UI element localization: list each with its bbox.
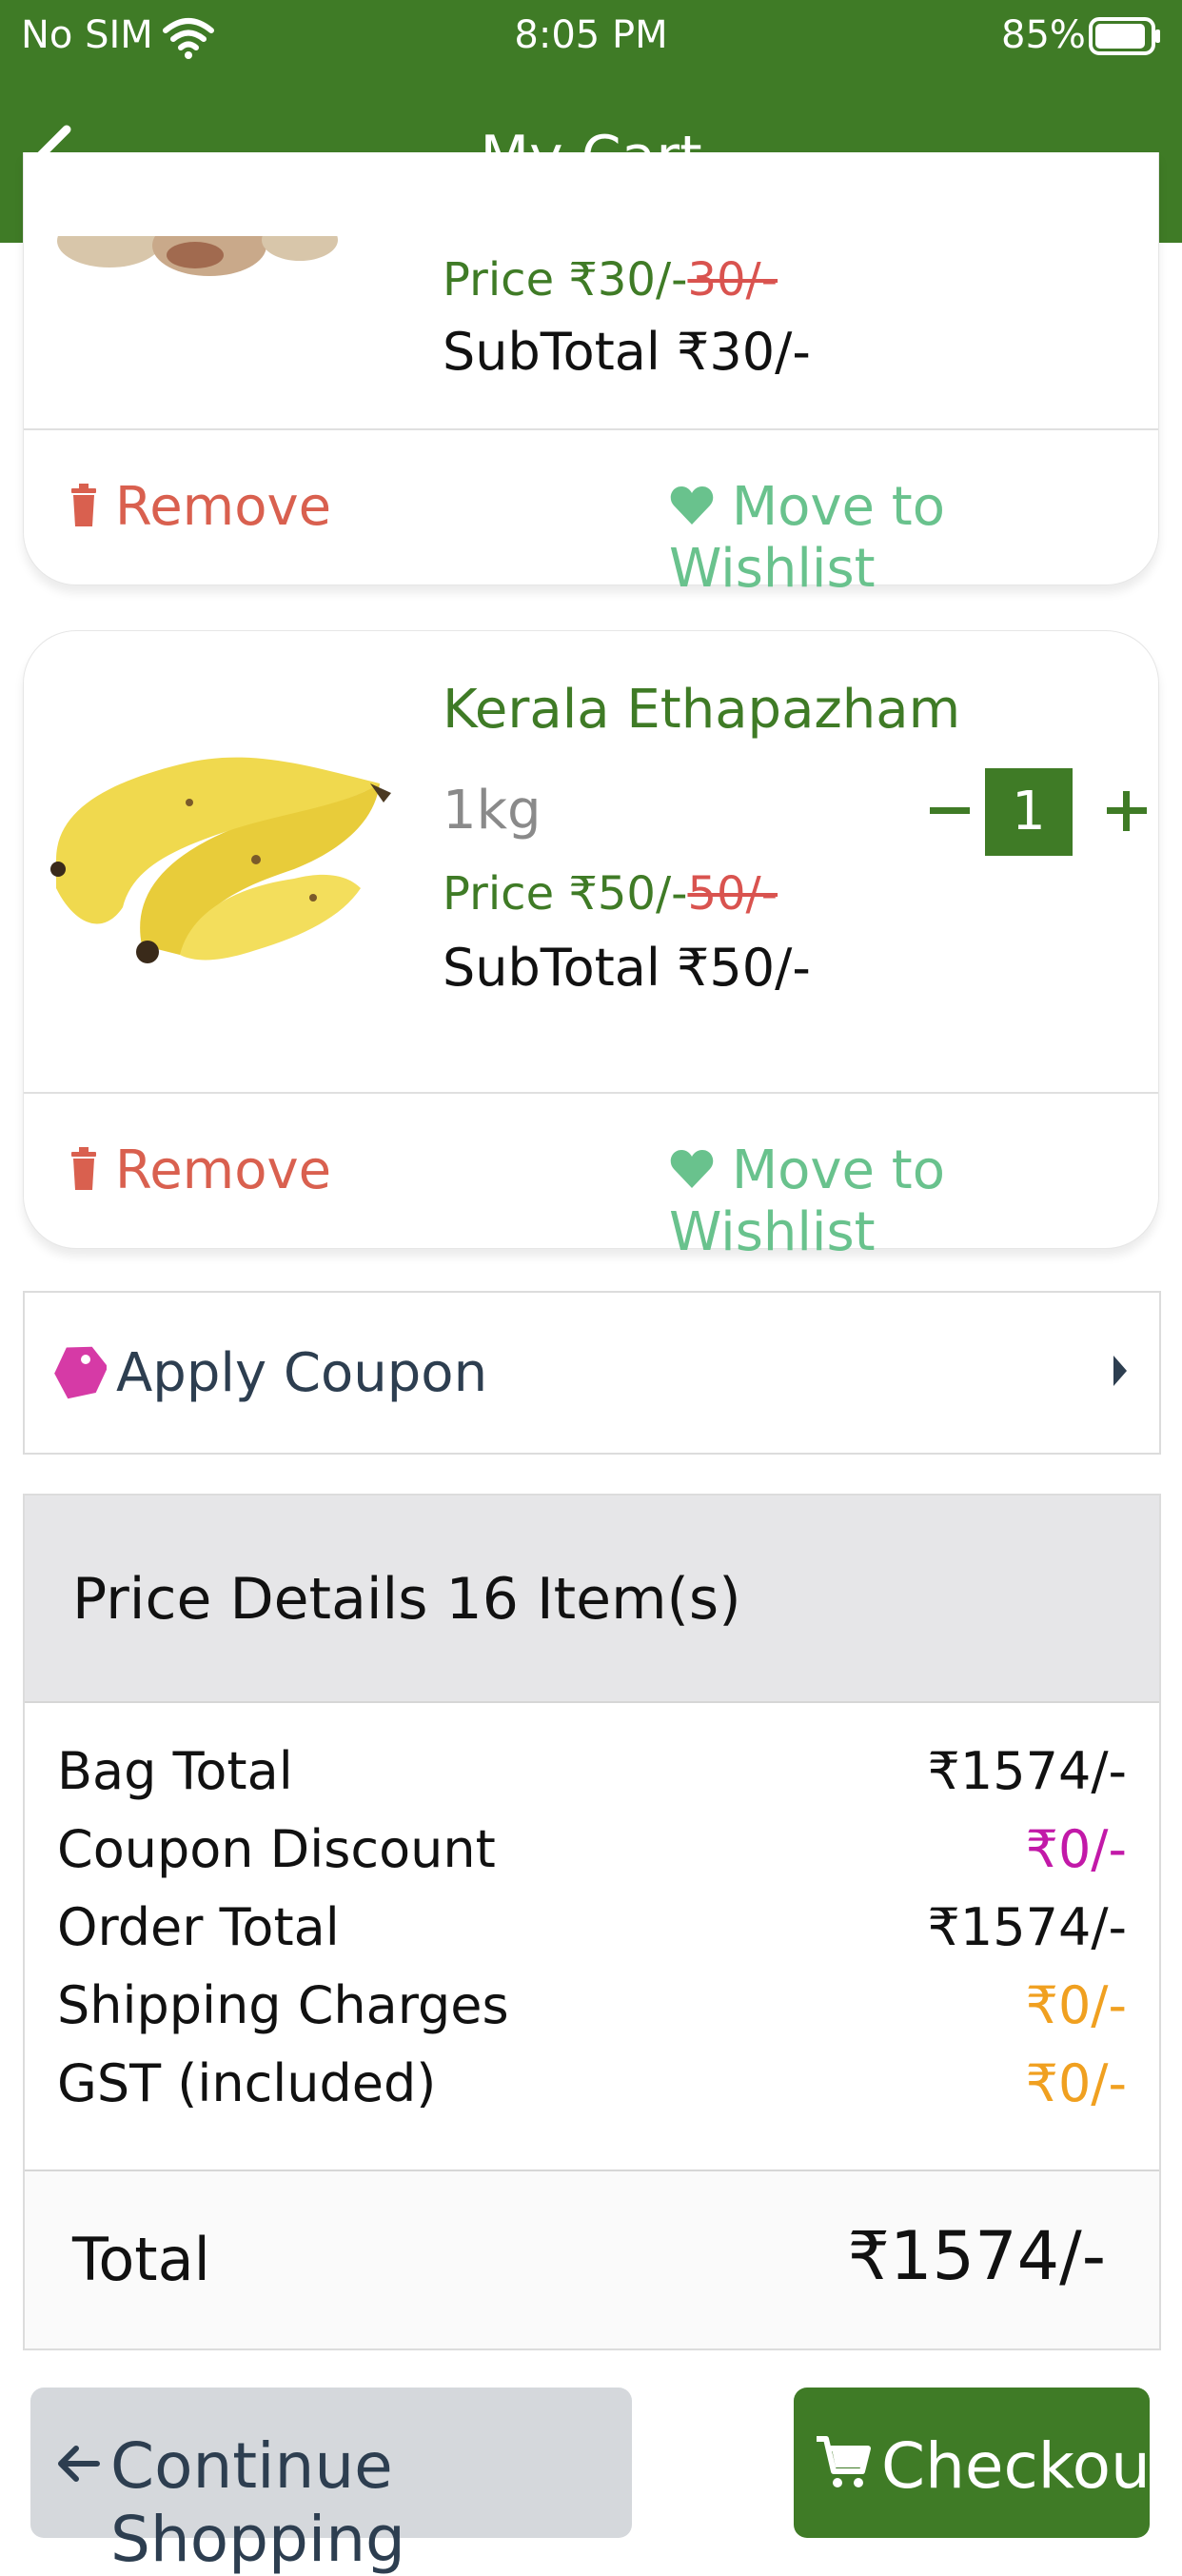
plus-icon (1107, 791, 1147, 831)
cart-item-card: Kerala Ethapazham 1kg 1 Price ₹50/-50/- … (23, 630, 1159, 1263)
apply-coupon-label: Apply Coupon (116, 1342, 488, 1404)
price-total-row: Total ₹1574/- (25, 2170, 1159, 2348)
decrease-quantity-button[interactable] (926, 772, 974, 864)
apply-coupon-row[interactable]: Apply Coupon (23, 1291, 1161, 1455)
price-row-value: ₹0/- (1025, 1975, 1127, 2035)
move-to-wishlist-button[interactable]: Move to Wishlist (669, 476, 1158, 600)
item-subtotal: SubTotal ₹30/- (443, 322, 811, 382)
remove-label: Remove (114, 1139, 332, 1201)
price-row-label: GST (included) (57, 2053, 437, 2113)
price-row-gst: GST (included) ₹0/- (57, 2053, 1127, 2131)
price-row-label: Coupon Discount (57, 1819, 496, 1879)
trash-icon (71, 1147, 96, 1190)
divider (24, 428, 1158, 430)
item-price: Price ₹50/-50/- (443, 867, 778, 921)
price-row-coupon-discount: Coupon Discount ₹0/- (57, 1819, 1127, 1897)
divider (24, 1092, 1158, 1094)
product-image (37, 726, 399, 993)
tag-icon (53, 1342, 108, 1407)
trash-icon (71, 484, 96, 526)
price-row-value: ₹0/- (1025, 2053, 1127, 2113)
remove-button[interactable]: Remove (69, 1139, 331, 1201)
product-weight: 1kg (443, 780, 542, 842)
price-row-shipping-charges: Shipping Charges ₹0/- (57, 1975, 1127, 2053)
price-row-label: Bag Total (57, 1741, 293, 1801)
price-row-order-total: Order Total ₹1574/- (57, 1897, 1127, 1975)
continue-shopping-label: Continue Shopping (110, 2429, 405, 2576)
remove-button[interactable]: Remove (69, 476, 331, 538)
total-label: Total (72, 2225, 210, 2294)
heart-icon (670, 486, 714, 525)
price-details-title: Price Details 16 Item(s) (72, 1566, 741, 1633)
price-details-panel: Price Details 16 Item(s) Bag Total ₹1574… (23, 1494, 1161, 2350)
product-name: Kerala Ethapazham (443, 679, 961, 741)
price-row-value: ₹0/- (1025, 1819, 1127, 1879)
battery-percent: 85% (1001, 13, 1086, 57)
arrow-left-icon (58, 2446, 100, 2482)
total-value: ₹1574/- (847, 2217, 1106, 2295)
checkout-button[interactable]: Checkout (794, 2388, 1175, 2538)
checkout-label: Checkout (881, 2429, 1175, 2503)
chevron-right-icon (1110, 1352, 1129, 1394)
price-row-bag-total: Bag Total ₹1574/- (57, 1741, 1127, 1819)
item-price: Price ₹30/-30/- (443, 253, 778, 307)
price-row-label: Shipping Charges (57, 1975, 509, 2035)
battery-icon (1089, 15, 1163, 61)
minus-icon (930, 807, 970, 814)
move-to-wishlist-button[interactable]: Move to Wishlist (669, 1139, 1158, 1263)
quantity-value: 1 (985, 768, 1073, 856)
cart-item-card: Price ₹30/-30/- SubTotal ₹30/- Remove Mo… (23, 152, 1159, 600)
heart-icon (670, 1150, 714, 1188)
cart-icon (817, 2436, 871, 2487)
increase-quantity-button[interactable] (1103, 772, 1151, 864)
product-image (52, 236, 366, 312)
price-row-label: Order Total (57, 1897, 340, 1957)
remove-label: Remove (114, 476, 332, 538)
continue-shopping-button[interactable]: Continue Shopping (30, 2388, 632, 2576)
price-row-value: ₹1574/- (927, 1741, 1127, 1801)
status-bar: No SIM 8:05 PM 85% (0, 0, 1182, 78)
item-subtotal: SubTotal ₹50/- (443, 938, 811, 998)
price-row-value: ₹1574/- (927, 1897, 1127, 1957)
price-details-header: Price Details 16 Item(s) (25, 1496, 1159, 1703)
